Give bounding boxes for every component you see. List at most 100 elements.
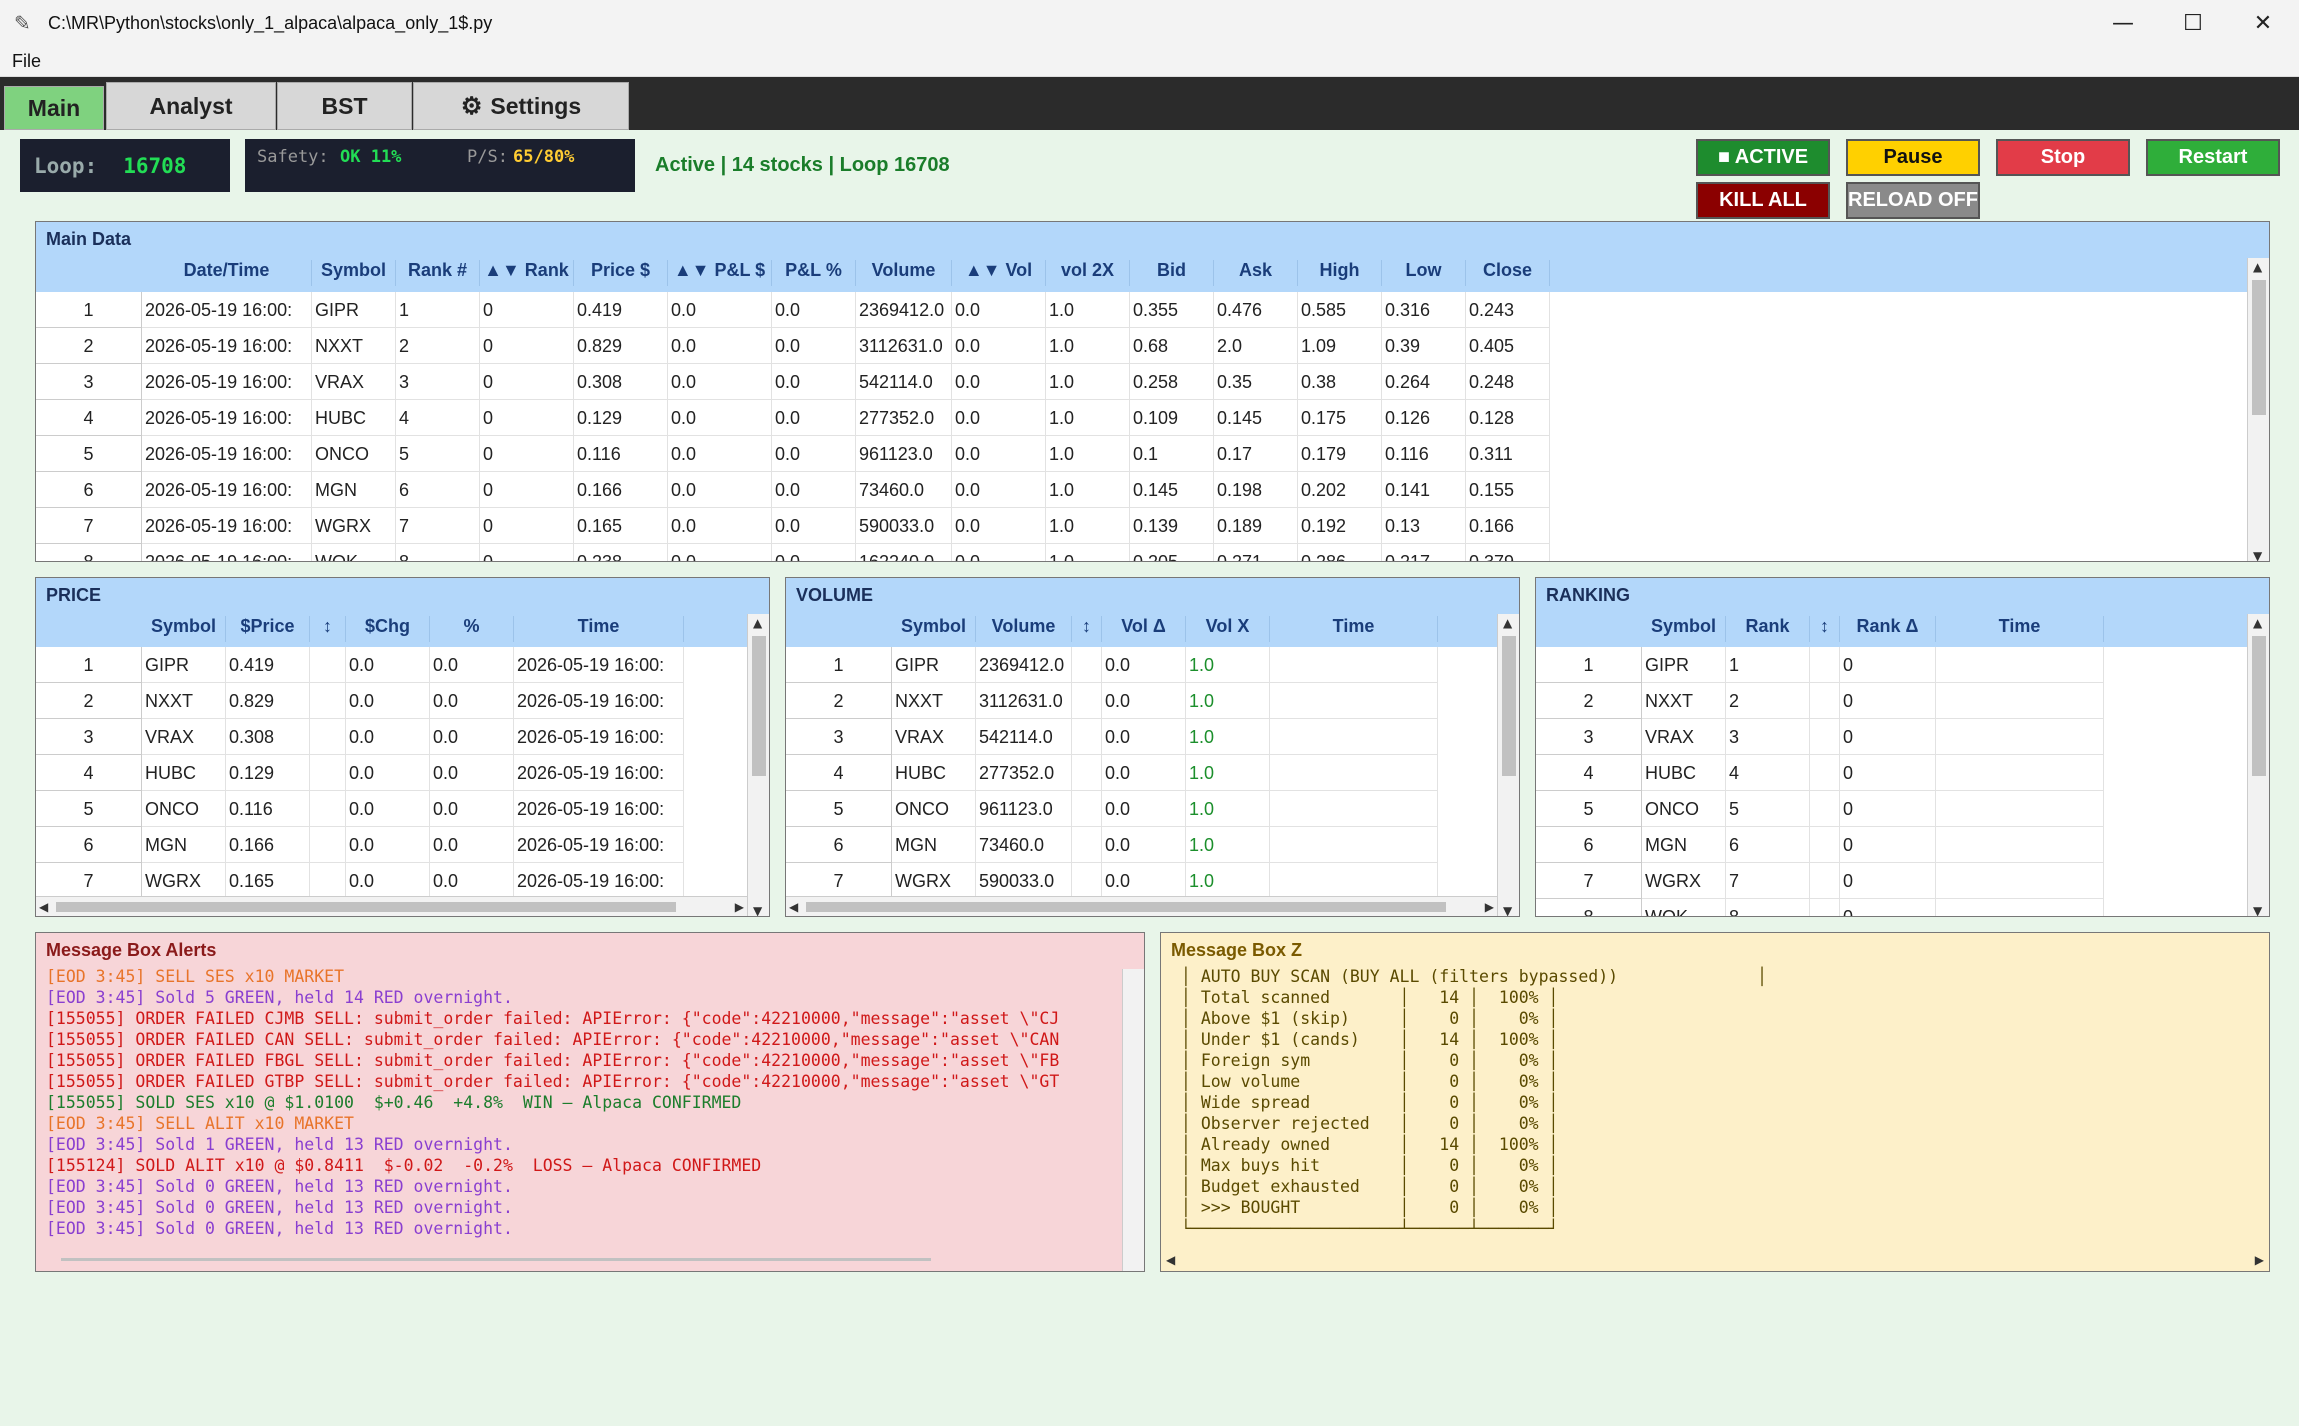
volume-cell[interactable]: 73460.0	[976, 827, 1072, 863]
main_data-cell[interactable]: 0.0	[772, 400, 856, 436]
volume-cell[interactable]: 1.0	[1186, 827, 1270, 863]
main_data-cell[interactable]: 0.0	[952, 400, 1046, 436]
scroll-left-icon[interactable]: ◀	[39, 900, 48, 914]
main_data-cell[interactable]: 0.1	[1130, 436, 1214, 472]
price-cell[interactable]: 0.0	[346, 827, 430, 863]
volume-cell[interactable]	[1270, 719, 1438, 755]
main_data-cell[interactable]: 3112631.0	[856, 328, 952, 364]
main_data-col-header[interactable]: Symbol	[312, 260, 396, 286]
main_data-cell[interactable]: 0.166	[1466, 508, 1550, 544]
scrollbar-thumb[interactable]	[2252, 636, 2266, 776]
maximize-button[interactable]: ☐	[2158, 0, 2228, 47]
main_data-cell[interactable]: NXXT	[312, 328, 396, 364]
price-cell[interactable]: 0.0	[430, 683, 514, 719]
main_data-cell[interactable]: 0.0	[668, 364, 772, 400]
scroll-up-icon[interactable]: ▲	[2253, 616, 2262, 630]
ranking-cell[interactable]	[1936, 827, 2104, 863]
main_data-cell[interactable]: 2026-05-19 16:00:	[142, 508, 312, 544]
main_data-cell[interactable]: 0.355	[1130, 292, 1214, 328]
price-cell[interactable]	[310, 755, 346, 791]
main_data-cell[interactable]: 0.0	[668, 328, 772, 364]
main_data-cell[interactable]: 0	[480, 472, 574, 508]
main_data-col-header[interactable]: ▲▼ Vol	[952, 260, 1046, 286]
main_data-cell[interactable]: 0.141	[1382, 472, 1466, 508]
main_data-col-header[interactable]: P&L %	[772, 260, 856, 286]
price-hscrollbar[interactable]: ◀ ▶	[36, 896, 747, 916]
volume-cell[interactable]: ONCO	[892, 791, 976, 827]
volume-cell[interactable]: 590033.0	[976, 863, 1072, 899]
volume-hscrollbar[interactable]: ◀ ▶	[786, 896, 1497, 916]
price-cell[interactable]: 0.129	[226, 755, 310, 791]
ranking-cell[interactable]: MGN	[1642, 827, 1726, 863]
main_data-cell[interactable]: 0.264	[1382, 364, 1466, 400]
ranking-vscrollbar[interactable]: ▲ ▼	[2247, 614, 2269, 916]
menu-file[interactable]: File	[12, 51, 41, 72]
main_data-cell[interactable]: 0.0	[952, 364, 1046, 400]
main_data-col-header[interactable]: Rank #	[396, 260, 480, 286]
main_data-cell[interactable]: 590033.0	[856, 508, 952, 544]
main_data-cell[interactable]: MGN	[312, 472, 396, 508]
volume-col-header[interactable]: Vol X	[1186, 616, 1270, 642]
main_data-cell[interactable]: 0.286	[1298, 544, 1382, 561]
volume-cell[interactable]	[1072, 827, 1102, 863]
main_data-cell[interactable]: 1.0	[1046, 508, 1130, 544]
volume-cell[interactable]	[1072, 755, 1102, 791]
main_data-cell[interactable]: 8	[396, 544, 480, 561]
main_data-cell[interactable]: 0.238	[574, 544, 668, 561]
main_data-cell[interactable]: 0.0	[668, 292, 772, 328]
volume-cell[interactable]: 0.0	[1102, 719, 1186, 755]
price-cell[interactable]: NXXT	[142, 683, 226, 719]
volume-cell[interactable]: 0.0	[1102, 683, 1186, 719]
volume-col-header[interactable]: ↕	[1072, 616, 1102, 642]
main_data-cell[interactable]: ONCO	[312, 436, 396, 472]
main_data-cell[interactable]: 0.0	[952, 508, 1046, 544]
main_data-cell[interactable]: 0.205	[1130, 544, 1214, 561]
ranking-cell[interactable]	[1936, 719, 2104, 755]
main_data-cell[interactable]: 0.271	[1214, 544, 1298, 561]
main_data-col-header[interactable]: Ask	[1214, 260, 1298, 286]
ranking-cell[interactable]: GIPR	[1642, 647, 1726, 683]
ranking-col-header[interactable]: Time	[1936, 616, 2104, 642]
tab-analyst[interactable]: Analyst	[106, 82, 276, 130]
price-cell[interactable]: GIPR	[142, 647, 226, 683]
main_data-cell[interactable]: 0.316	[1382, 292, 1466, 328]
price-cell[interactable]: 0.0	[346, 791, 430, 827]
main_data-cell[interactable]: 277352.0	[856, 400, 952, 436]
main_data-cell[interactable]: 3	[396, 364, 480, 400]
volume-cell[interactable]: 0.0	[1102, 827, 1186, 863]
main_data-cell[interactable]: 1.0	[1046, 400, 1130, 436]
price-cell[interactable]: 0.0	[346, 755, 430, 791]
restart-button[interactable]: Restart	[2146, 139, 2280, 176]
main_data-cell[interactable]: 162240.0	[856, 544, 952, 561]
price-cell[interactable]: 0.0	[346, 863, 430, 899]
main_data-cell[interactable]: 0.165	[574, 508, 668, 544]
price-cell[interactable]	[310, 827, 346, 863]
price-cell[interactable]: 0.0	[430, 827, 514, 863]
main_data-cell[interactable]: 2026-05-19 16:00:	[142, 436, 312, 472]
main_data-col-header[interactable]: Price $	[574, 260, 668, 286]
main_data-cell[interactable]: 0.308	[574, 364, 668, 400]
scroll-up-icon[interactable]: ▲	[2253, 260, 2262, 274]
main_data-cell[interactable]: 0.0	[772, 436, 856, 472]
main_data-cell[interactable]: 0.155	[1466, 472, 1550, 508]
ranking-cell[interactable]: 1	[1726, 647, 1810, 683]
main_data-cell[interactable]: 961123.0	[856, 436, 952, 472]
main_data-col-header[interactable]: Date/Time	[142, 260, 312, 286]
ranking-cell[interactable]	[1936, 755, 2104, 791]
main_data-cell[interactable]: 0.68	[1130, 328, 1214, 364]
main_data-cell[interactable]: 2369412.0	[856, 292, 952, 328]
price-cell[interactable]	[310, 791, 346, 827]
main_data-cell[interactable]: 1.0	[1046, 544, 1130, 561]
ranking-col-header[interactable]: Rank	[1726, 616, 1810, 642]
price-cell[interactable]: 0.0	[430, 755, 514, 791]
volume-cell[interactable]	[1072, 791, 1102, 827]
main_data-cell[interactable]: 1	[396, 292, 480, 328]
scroll-down-icon[interactable]: ▼	[2253, 904, 2262, 916]
main_data-cell[interactable]: 0.39	[1382, 328, 1466, 364]
scroll-up-icon[interactable]: ▲	[753, 616, 762, 630]
main_data-cell[interactable]: 1.0	[1046, 328, 1130, 364]
main_data-cell[interactable]: 0.829	[574, 328, 668, 364]
price-cell[interactable]: ONCO	[142, 791, 226, 827]
price-cell[interactable]: 2026-05-19 16:00:	[514, 791, 684, 827]
price-cell[interactable]: 0.166	[226, 827, 310, 863]
